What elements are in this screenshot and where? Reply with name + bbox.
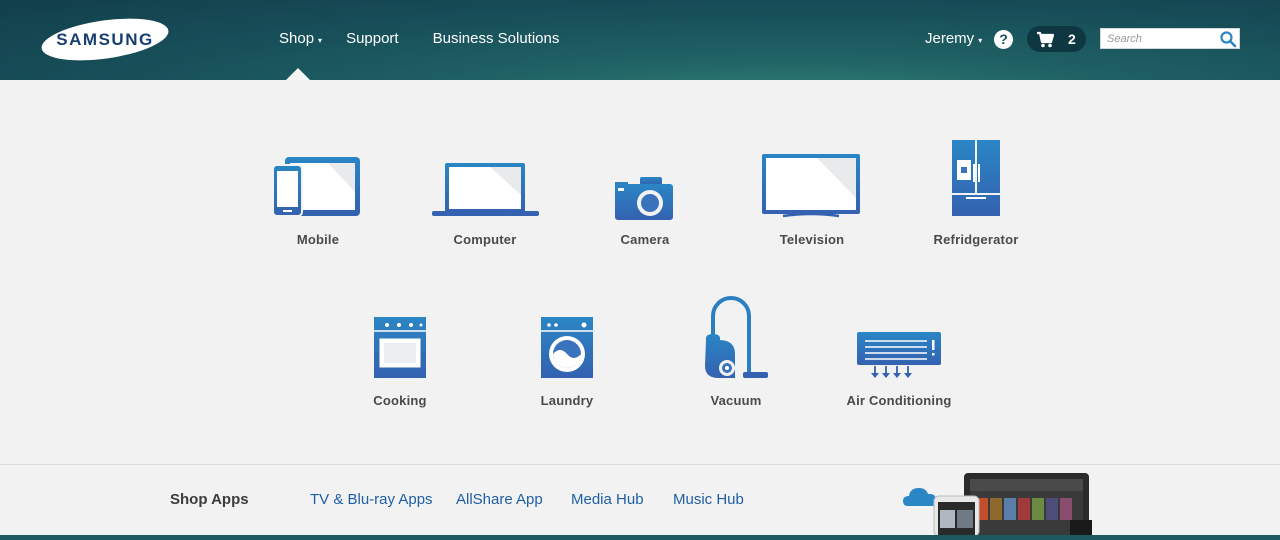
chevron-down-icon: ▾ <box>318 35 323 45</box>
logo-ellipse: SAMSUNG <box>41 18 169 61</box>
category-computer[interactable]: Computer <box>410 140 560 255</box>
shop-apps-title: Shop Apps <box>170 491 249 508</box>
category-label: Air Conditioning <box>846 393 952 408</box>
category-television[interactable]: Television <box>737 140 887 255</box>
category-cooking[interactable]: Cooking <box>325 300 475 415</box>
link-music-hub[interactable]: Music Hub <box>673 491 744 508</box>
help-icon[interactable]: ? <box>994 30 1013 49</box>
category-camera[interactable]: Camera <box>570 140 720 255</box>
nav-shop[interactable]: Shop ▾ <box>279 30 322 47</box>
camera-icon <box>615 177 673 220</box>
search-box <box>1100 28 1240 49</box>
cart-icon <box>1037 31 1055 47</box>
nav-support[interactable]: Support <box>346 30 399 47</box>
oven-icon <box>374 317 426 378</box>
washer-icon <box>541 317 593 378</box>
dropdown-pointer <box>286 68 310 80</box>
cart-count: 2 <box>1068 31 1076 47</box>
category-label: Vacuum <box>710 393 762 408</box>
user-name: Jeremy <box>925 30 975 47</box>
category-refrigerator[interactable]: Refridgerator <box>901 140 1051 255</box>
chevron-down-icon: ▾ <box>978 35 983 45</box>
cart-button[interactable]: 2 <box>1027 26 1086 52</box>
search-icon[interactable] <box>1219 30 1237 48</box>
mobile-icon <box>272 157 360 217</box>
nav-shop-label: Shop <box>279 30 315 47</box>
category-air-conditioning[interactable]: Air Conditioning <box>824 300 974 415</box>
search-input[interactable] <box>1101 29 1219 48</box>
nav-business-label: Business Solutions <box>432 30 560 47</box>
tv-icon <box>762 154 860 218</box>
main-nav: Shop ▾ Support Business Solutions <box>279 30 559 47</box>
refrigerator-icon <box>952 140 1000 216</box>
category-mobile[interactable]: Mobile <box>243 140 393 255</box>
bottom-strip <box>0 535 1280 540</box>
link-media-hub[interactable]: Media Hub <box>571 491 644 508</box>
category-label: Television <box>779 232 845 247</box>
category-label: Cooking <box>373 393 427 408</box>
category-label: Mobile <box>296 232 340 247</box>
category-label: Camera <box>620 232 670 247</box>
category-laundry[interactable]: Laundry <box>492 300 642 415</box>
laptop-icon <box>432 163 539 216</box>
link-allshare-app[interactable]: AllShare App <box>456 491 543 508</box>
category-label: Computer <box>453 232 517 247</box>
user-menu[interactable]: Jeremy ▾ <box>925 30 982 47</box>
nav-support-label: Support <box>346 30 399 47</box>
air-conditioner-icon <box>857 332 941 378</box>
top-nav-bar: SAMSUNG Shop ▾ Support Business Solution… <box>0 0 1280 80</box>
link-tv-bluray-apps[interactable]: TV & Blu-ray Apps <box>310 491 433 508</box>
vacuum-icon <box>705 296 768 378</box>
category-vacuum[interactable]: Vacuum <box>661 296 811 411</box>
category-label: Refridgerator <box>933 232 1019 247</box>
samsung-logo[interactable]: SAMSUNG <box>40 18 170 61</box>
devices-promo-image <box>903 473 1092 536</box>
category-label: Laundry <box>540 393 594 408</box>
logo-text: SAMSUNG <box>56 30 153 49</box>
phone-device <box>933 495 980 536</box>
nav-business-solutions[interactable]: Business Solutions <box>433 30 560 47</box>
